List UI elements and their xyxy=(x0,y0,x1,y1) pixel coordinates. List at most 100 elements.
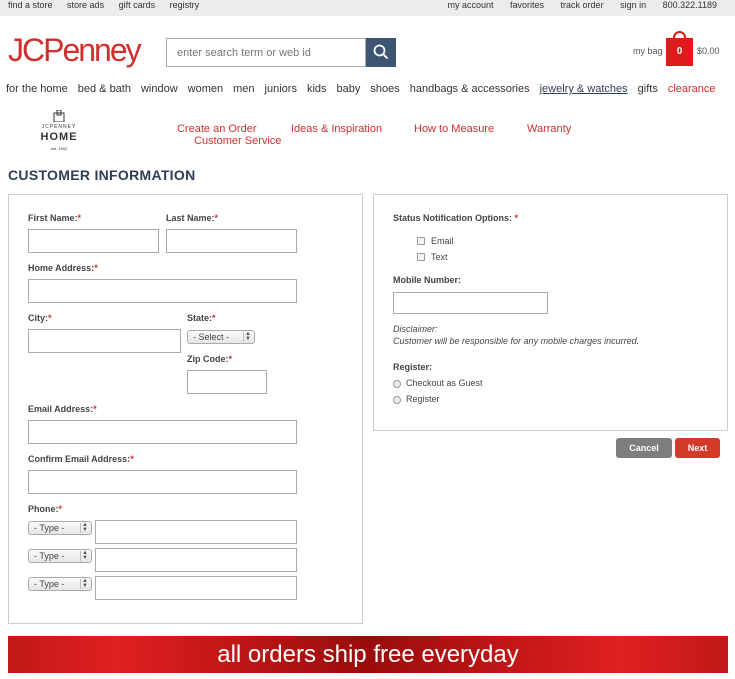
house-icon xyxy=(53,110,65,122)
create-order-link[interactable]: Create an Order xyxy=(177,123,256,135)
select-arrows-icon: ▲ ▼ xyxy=(80,522,89,533)
how-to-measure-link[interactable]: How to Measure xyxy=(414,123,494,135)
cancel-button[interactable]: Cancel xyxy=(616,438,672,458)
required-mark: * xyxy=(48,313,52,323)
first-name-input[interactable] xyxy=(28,229,159,253)
status-notification-label-text: Status Notification Options: xyxy=(393,213,512,223)
confirm-email-input[interactable] xyxy=(28,470,297,494)
phone-input-1[interactable] xyxy=(95,520,297,544)
zip-code-input[interactable] xyxy=(187,370,267,394)
utility-links-left: find a store store ads gift cards regist… xyxy=(8,0,211,10)
home-address-label: Home Address:* xyxy=(28,263,98,273)
first-name-label-text: First Name: xyxy=(28,213,78,223)
status-notification-label: Status Notification Options: * xyxy=(393,213,518,223)
register-label: Register: xyxy=(393,362,433,372)
last-name-label: Last Name:* xyxy=(166,213,218,223)
required-mark: * xyxy=(93,404,97,414)
select-arrows-icon: ▲ ▼ xyxy=(243,331,252,342)
search-icon xyxy=(373,44,389,60)
zip-code-label-text: Zip Code: xyxy=(187,354,229,364)
nav-item-juniors[interactable]: juniors xyxy=(265,83,297,95)
email-input[interactable] xyxy=(28,420,297,444)
utility-links-right: my account favorites track order sign in… xyxy=(433,0,717,10)
nav-item-clearance[interactable]: clearance xyxy=(668,83,716,95)
required-mark: * xyxy=(58,504,63,514)
nav-item-kids[interactable]: kids xyxy=(307,83,327,95)
email-checkbox[interactable] xyxy=(417,237,425,245)
nav-item-handbags-accessories[interactable]: handbags & accessories xyxy=(410,83,530,95)
required-mark: * xyxy=(214,213,219,223)
jcpenney-home-logo[interactable]: JCPENNEY HOME est. 1902 xyxy=(33,110,85,152)
disclaimer-text: Customer will be responsible for any mob… xyxy=(393,336,640,346)
city-input[interactable] xyxy=(28,329,181,353)
my-bag-label[interactable]: my bag xyxy=(633,46,663,56)
phone-type-select-3[interactable]: - Type - ▲ ▼ xyxy=(28,577,92,591)
register-radio[interactable] xyxy=(393,396,401,404)
state-label-text: State: xyxy=(187,313,213,323)
required-mark: * xyxy=(77,213,82,223)
warranty-link[interactable]: Warranty xyxy=(527,123,571,135)
home-logo-brand: JCPENNEY xyxy=(41,124,77,130)
store-ads-link[interactable]: store ads xyxy=(67,0,104,10)
notification-panel: Status Notification Options: * Email Tex… xyxy=(373,194,728,431)
required-mark: * xyxy=(130,454,134,464)
home-address-input[interactable] xyxy=(28,279,297,303)
search-input[interactable] xyxy=(166,38,366,67)
ideas-inspiration-link[interactable]: Ideas & Inspiration xyxy=(291,123,382,135)
phone-label-text: Phone: xyxy=(28,504,59,514)
customer-service-link[interactable]: Customer Service xyxy=(194,135,281,147)
nav-item-jewelry-watches[interactable]: jewelry & watches xyxy=(540,83,628,95)
mobile-number-label: Mobile Number: xyxy=(393,275,462,285)
state-select[interactable]: - Select - ▲ ▼ xyxy=(187,330,255,344)
main-nav: for the home bed & bath window women men juni… xyxy=(6,83,726,95)
track-order-link[interactable]: track order xyxy=(561,0,604,10)
email-label: Email Address:* xyxy=(28,404,97,414)
checkout-as-guest-label: Checkout as Guest xyxy=(406,378,483,388)
phone-type-value: - Type - xyxy=(34,551,65,561)
next-button[interactable]: Next xyxy=(675,438,720,458)
phone-label: Phone:* xyxy=(28,504,62,514)
nav-item-for-the-home[interactable]: for the home xyxy=(6,83,68,95)
email-label-text: Email Address: xyxy=(28,404,94,414)
nav-item-window[interactable]: window xyxy=(141,83,178,95)
disclaimer-title: Disclaimer: xyxy=(393,324,438,334)
sign-in-link[interactable]: sign in xyxy=(620,0,646,10)
phone-number: 800.322.1189 xyxy=(662,0,717,10)
checkout-as-guest-radio[interactable] xyxy=(393,380,401,388)
phone-type-select-1[interactable]: - Type - ▲ ▼ xyxy=(28,521,92,535)
find-a-store-link[interactable]: find a store xyxy=(8,0,53,10)
city-label-text: City: xyxy=(28,313,48,323)
required-mark: * xyxy=(94,263,98,273)
favorites-link[interactable]: favorites xyxy=(510,0,544,10)
nav-item-shoes[interactable]: shoes xyxy=(370,83,399,95)
phone-type-value: - Type - xyxy=(34,579,65,589)
home-address-label-text: Home Address: xyxy=(28,263,95,273)
nav-item-men[interactable]: men xyxy=(233,83,254,95)
text-checkbox[interactable] xyxy=(417,253,425,261)
my-account-link[interactable]: my account xyxy=(447,0,493,10)
nav-item-baby[interactable]: baby xyxy=(337,83,361,95)
phone-type-value: - Type - xyxy=(34,523,65,533)
nav-item-gifts[interactable]: gifts xyxy=(638,83,658,95)
jcpenney-logo[interactable]: JCPenney xyxy=(8,32,142,69)
state-select-value: - Select - xyxy=(193,332,230,342)
zip-code-label: Zip Code:* xyxy=(187,354,232,364)
bag-total: $0.00 xyxy=(697,46,720,56)
phone-input-2[interactable] xyxy=(95,548,297,572)
first-name-label: First Name:* xyxy=(28,213,81,223)
registry-link[interactable]: registry xyxy=(170,0,200,10)
mobile-number-input[interactable] xyxy=(393,292,548,314)
last-name-label-text: Last Name: xyxy=(166,213,215,223)
confirm-email-label: Confirm Email Address:* xyxy=(28,454,134,464)
phone-input-3[interactable] xyxy=(95,576,297,600)
shopping-bag-icon[interactable]: 0 xyxy=(666,38,693,66)
phone-type-select-2[interactable]: - Type - ▲ ▼ xyxy=(28,549,92,563)
gift-cards-link[interactable]: gift cards xyxy=(119,0,156,10)
nav-item-bed-bath[interactable]: bed & bath xyxy=(78,83,131,95)
nav-item-women[interactable]: women xyxy=(188,83,223,95)
required-mark: * xyxy=(514,213,519,223)
free-shipping-banner[interactable]: all orders ship free everyday xyxy=(8,636,728,673)
last-name-input[interactable] xyxy=(166,229,297,253)
search-button[interactable] xyxy=(366,38,396,67)
email-option-label: Email xyxy=(431,236,454,246)
